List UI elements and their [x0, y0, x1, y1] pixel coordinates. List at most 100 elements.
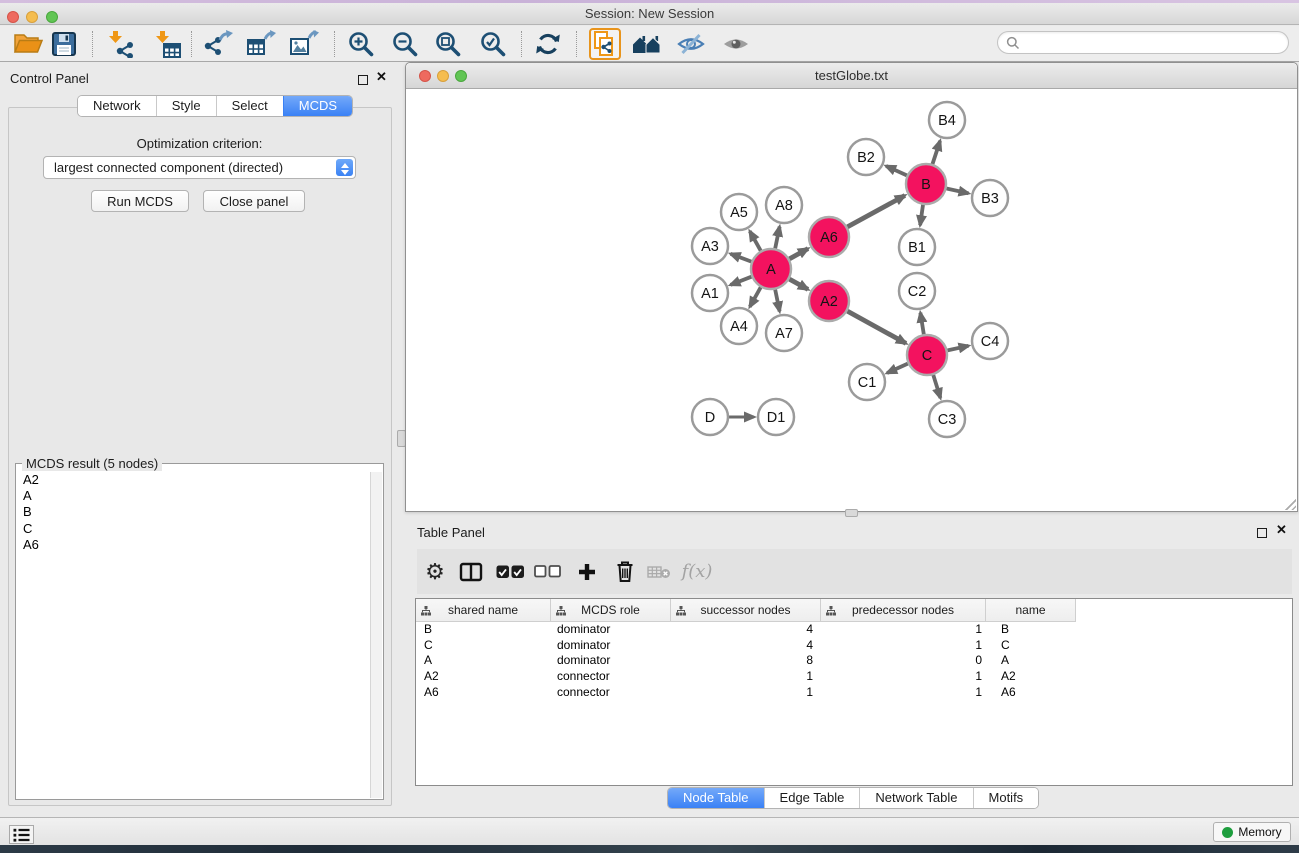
tab-mcds[interactable]: MCDS	[283, 96, 352, 116]
graph-edge-B-B4[interactable]	[933, 141, 941, 164]
graph-node-C4[interactable]: C4	[972, 323, 1008, 359]
graph-node-B2[interactable]: B2	[848, 139, 884, 175]
export-network-button[interactable]	[201, 28, 235, 60]
graph-node-D[interactable]: D	[692, 399, 728, 435]
graph-node-B4[interactable]: B4	[929, 102, 965, 138]
horizontal-split-handle[interactable]	[845, 509, 858, 517]
graph-node-D1[interactable]: D1	[758, 399, 794, 435]
graph-node-A8[interactable]: A8	[766, 187, 802, 223]
table-row[interactable]: Bdominator41B	[416, 622, 1292, 638]
graph-node-A2[interactable]: A2	[809, 281, 849, 321]
graph-edge-A-A4[interactable]	[750, 287, 761, 307]
graph-node-A3[interactable]: A3	[692, 228, 728, 264]
mcds-result-item[interactable]: C	[17, 521, 370, 537]
graph-node-A1[interactable]: A1	[692, 275, 728, 311]
graph-edge-A-A8[interactable]	[775, 227, 779, 249]
add-column-button[interactable]	[569, 549, 605, 594]
graph-node-B3[interactable]: B3	[972, 180, 1008, 216]
column-header-shared-name[interactable]: shared name	[416, 599, 551, 622]
table-settings-button[interactable]: ⚙	[417, 549, 453, 594]
table-row[interactable]: Cdominator41C	[416, 638, 1292, 654]
import-table-button[interactable]	[150, 28, 184, 60]
graph-edge-A6-B[interactable]	[847, 196, 905, 227]
tab-network-table[interactable]: Network Table	[859, 788, 972, 808]
save-session-button[interactable]	[47, 28, 81, 60]
tab-network[interactable]: Network	[78, 96, 156, 116]
graph-edge-B-B3[interactable]	[947, 189, 969, 194]
graph-edge-A-A6[interactable]	[789, 249, 808, 259]
graph-edge-A-A2[interactable]	[789, 279, 808, 289]
tab-node-table[interactable]: Node Table	[668, 788, 764, 808]
graph-node-C2[interactable]: C2	[899, 273, 935, 309]
graph-edge-B-B1[interactable]	[920, 205, 923, 225]
refresh-view-button[interactable]	[531, 28, 565, 60]
tab-select[interactable]: Select	[216, 96, 283, 116]
float-table-panel-button[interactable]	[1257, 525, 1267, 543]
graph-edge-C-C1[interactable]	[887, 364, 908, 373]
select-all-checkboxes-button[interactable]	[492, 549, 528, 594]
run-mcds-button[interactable]: Run MCDS	[91, 190, 189, 212]
network-canvas[interactable]: B4 B2 B B3 A8A5 A6 A3 B1 A C2 A1 A2 A4A7 C4 C C1 C3 D D1	[406, 89, 1297, 511]
hide-panel-button[interactable]	[674, 28, 708, 60]
memory-button[interactable]: Memory	[1213, 822, 1291, 842]
column-header-successor-nodes[interactable]: successor nodes	[671, 599, 821, 622]
graph-node-B[interactable]: B	[906, 164, 946, 204]
graph-edge-A-A5[interactable]	[750, 231, 761, 251]
network-graph[interactable]: B4 B2 B B3 A8A5 A6 A3 B1 A C2 A1 A2 A4A7 C4 C C1 C3 D D1	[406, 89, 1297, 511]
graph-edge-C-C2[interactable]	[920, 313, 923, 335]
tab-edge-table[interactable]: Edge Table	[764, 788, 860, 808]
zoom-out-button[interactable]	[388, 28, 422, 60]
table-row[interactable]: A6connector11A6	[416, 685, 1292, 701]
mcds-result-item[interactable]: A6	[17, 537, 370, 553]
split-columns-button[interactable]	[453, 549, 489, 594]
search-input[interactable]	[1020, 34, 1288, 52]
graph-node-C3[interactable]: C3	[929, 401, 965, 437]
mcds-result-item[interactable]: B	[17, 504, 370, 520]
graph-edge-A2-C[interactable]	[847, 311, 906, 343]
mcds-result-item[interactable]: A2	[17, 472, 370, 488]
mcds-result-item[interactable]: A	[17, 488, 370, 504]
result-list-scrollbar[interactable]	[370, 472, 382, 798]
export-image-button[interactable]	[287, 28, 321, 60]
zoom-in-button[interactable]	[344, 28, 378, 60]
clone-network-button[interactable]	[588, 28, 622, 60]
delete-table-button[interactable]	[641, 549, 677, 594]
tab-style[interactable]: Style	[156, 96, 216, 116]
graph-node-C1[interactable]: C1	[849, 364, 885, 400]
clear-checkboxes-button[interactable]	[529, 549, 565, 594]
column-header-name[interactable]: name	[986, 599, 1076, 622]
graph-node-C[interactable]: C	[907, 335, 947, 375]
graph-node-A7[interactable]: A7	[766, 315, 802, 351]
home-layout-button[interactable]	[630, 28, 664, 60]
zoom-fit-button[interactable]	[431, 28, 465, 60]
table-row[interactable]: A2connector11A2	[416, 669, 1292, 685]
zoom-selected-button[interactable]	[476, 28, 510, 60]
column-header-predecessor-nodes[interactable]: predecessor nodes	[821, 599, 986, 622]
import-network-button[interactable]	[103, 28, 137, 60]
graph-edge-A-A1[interactable]	[731, 277, 752, 285]
graph-edge-A-A3[interactable]	[731, 254, 752, 262]
column-header-MCDS-role[interactable]: MCDS role	[551, 599, 671, 622]
tab-motifs[interactable]: Motifs	[973, 788, 1039, 808]
close-panel-button-mcds[interactable]: Close panel	[203, 190, 305, 212]
task-history-button[interactable]	[9, 825, 34, 844]
graph-edge-C-C4[interactable]	[948, 346, 969, 351]
close-panel-button[interactable]: ✕	[376, 71, 387, 82]
delete-columns-button[interactable]	[607, 549, 643, 594]
show-panel-button[interactable]	[719, 28, 753, 60]
graph-node-A[interactable]: A	[751, 249, 791, 289]
criterion-select[interactable]: largest connected component (directed)	[43, 156, 356, 179]
graph-edge-B-B2[interactable]	[886, 166, 907, 175]
float-panel-button[interactable]	[358, 72, 368, 90]
graph-edge-A-A7[interactable]	[775, 290, 779, 312]
graph-node-A5[interactable]: A5	[721, 194, 757, 230]
graph-node-B1[interactable]: B1	[899, 229, 935, 265]
graph-node-A4[interactable]: A4	[721, 308, 757, 344]
apply-function-button[interactable]: f(x)	[679, 549, 715, 594]
graph-edge-C-C3[interactable]	[933, 375, 940, 398]
open-session-button[interactable]	[11, 28, 45, 60]
table-row[interactable]: Adominator80A	[416, 653, 1292, 669]
close-table-panel-button[interactable]: ✕	[1276, 524, 1287, 535]
export-table-button[interactable]	[244, 28, 278, 60]
graph-node-A6[interactable]: A6	[809, 217, 849, 257]
